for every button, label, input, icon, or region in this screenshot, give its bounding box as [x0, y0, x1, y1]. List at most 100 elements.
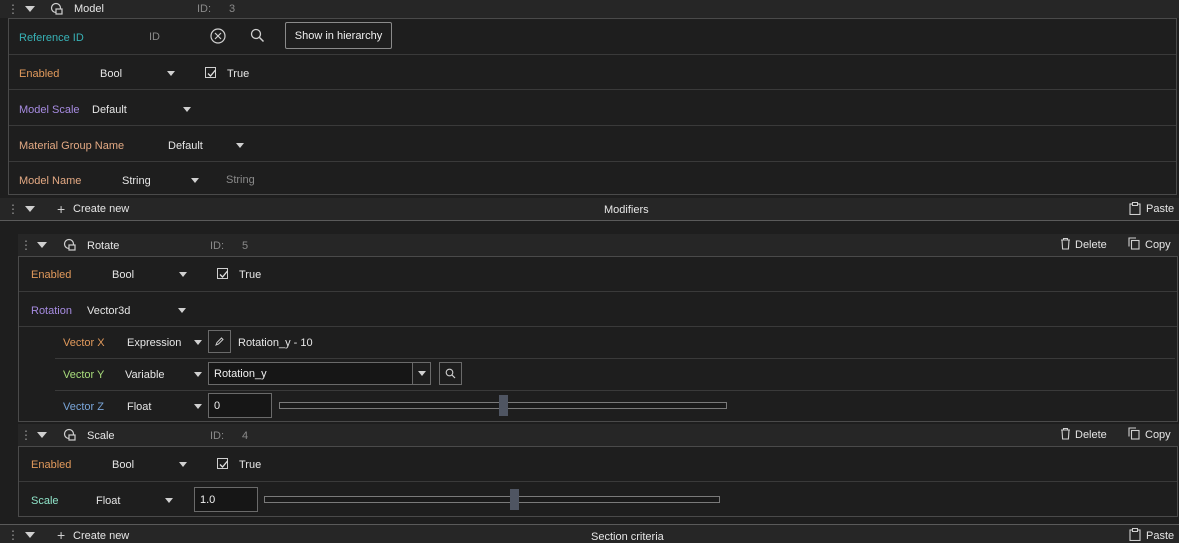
drag-handle-icon[interactable]: ⋮ [7, 203, 19, 215]
clear-icon[interactable] [210, 28, 226, 44]
vector-x-row: Vector X Expression Rotation_y - 10 [55, 326, 1175, 359]
check-icon [219, 460, 228, 468]
vector-z-row: Vector Z Float 0 [55, 390, 1175, 421]
drag-handle-icon[interactable]: ⋮ [20, 429, 32, 441]
scale-copy-button[interactable]: Copy [1145, 430, 1171, 441]
model-enabled-value: True [227, 68, 250, 80]
vector-y-variable-input[interactable]: Rotation_y [208, 362, 413, 385]
scale-delete-button[interactable]: Delete [1075, 430, 1107, 441]
rotate-header: ⋮ Rotate ID: 5 Delete Copy [18, 234, 1179, 256]
chevron-down-icon[interactable] [191, 178, 199, 183]
vector-y-search-button[interactable] [439, 362, 462, 385]
search-icon[interactable] [250, 28, 265, 43]
chevron-down-icon[interactable] [194, 372, 202, 377]
rotation-row: Rotation Vector3d [19, 291, 1177, 327]
search-icon [445, 368, 456, 379]
vector-z-slider[interactable] [279, 395, 727, 416]
create-new-button[interactable]: Create new [73, 531, 129, 542]
clipboard-icon [1129, 202, 1141, 215]
scale-enabled-type[interactable]: Bool [112, 460, 134, 471]
rotate-id-value: 5 [242, 240, 249, 252]
vector-y-type[interactable]: Variable [125, 370, 165, 381]
slider-track [264, 496, 720, 503]
clipboard-icon [1129, 528, 1141, 541]
slider-thumb[interactable] [499, 395, 508, 416]
chevron-down-icon[interactable] [194, 340, 202, 345]
model-name-label: Model Name [19, 175, 82, 187]
rotate-enabled-row: Enabled Bool True [19, 257, 1177, 292]
edit-expression-button[interactable] [208, 330, 231, 353]
vector-z-value: 0 [214, 399, 221, 412]
collapse-chevron-icon[interactable] [25, 206, 35, 212]
chevron-down-icon[interactable] [236, 143, 244, 148]
rotate-panel: Enabled Bool True Rotation Vector3d Vect… [18, 256, 1178, 422]
drag-handle-icon[interactable]: ⋮ [20, 239, 32, 251]
reference-id-row: Reference ID ID Show in hierarchy [9, 19, 1176, 55]
node-icon [63, 238, 76, 251]
model-name-row: Model Name String String [9, 161, 1176, 195]
rotate-enabled-checkbox[interactable] [217, 268, 228, 279]
show-in-hierarchy-button[interactable]: Show in hierarchy [285, 22, 392, 49]
model-enabled-label: Enabled [19, 68, 60, 80]
chevron-down-icon[interactable] [165, 498, 173, 503]
node-icon [63, 428, 76, 441]
collapse-chevron-icon[interactable] [37, 242, 47, 248]
criteria-bar: ⋮ + Create new Section criteria Paste [0, 524, 1179, 543]
rotation-label: Rotation [31, 305, 72, 317]
create-new-button[interactable]: Create new [73, 204, 129, 215]
model-name-input[interactable]: String [226, 175, 255, 186]
chevron-down-icon[interactable] [178, 308, 186, 313]
vector-y-variable-value: Rotation_y [214, 367, 267, 380]
modifiers-bar: ⋮ + Create new Modifiers Paste [0, 198, 1179, 221]
scale-title: Scale [87, 430, 115, 442]
slider-thumb[interactable] [510, 489, 519, 510]
drag-handle-icon[interactable]: ⋮ [7, 3, 19, 15]
chevron-down-icon[interactable] [194, 404, 202, 409]
scale-enabled-label: Enabled [31, 459, 72, 471]
rotation-type[interactable]: Vector3d [87, 306, 130, 317]
vector-y-dropdown-button[interactable] [412, 362, 431, 385]
chevron-down-icon[interactable] [167, 71, 175, 76]
node-icon [50, 2, 63, 15]
trash-icon [1061, 427, 1070, 440]
paste-button[interactable]: Paste [1146, 204, 1174, 215]
scale-field-slider[interactable] [264, 489, 720, 510]
vector-z-input[interactable]: 0 [208, 393, 272, 418]
scale-field-row: Scale Float 1.0 [19, 481, 1177, 516]
rotate-copy-button[interactable]: Copy [1145, 240, 1171, 251]
model-panel: Reference ID ID Show in hierarchy Enable… [8, 18, 1177, 195]
collapse-chevron-icon[interactable] [37, 432, 47, 438]
scale-field-type[interactable]: Float [96, 496, 120, 507]
model-name-type[interactable]: String [122, 176, 151, 187]
scale-id-label: ID: [210, 430, 225, 442]
collapse-chevron-icon[interactable] [25, 532, 35, 538]
vector-x-type[interactable]: Expression [127, 338, 181, 349]
material-group-select[interactable]: Default [168, 141, 203, 152]
vector-z-type[interactable]: Float [127, 402, 151, 413]
material-group-label: Material Group Name [19, 140, 125, 152]
vector-x-label: Vector X [63, 337, 105, 349]
check-icon [207, 69, 216, 77]
model-scale-select[interactable]: Default [92, 105, 127, 116]
copy-icon [1128, 237, 1140, 250]
scale-field-label: Scale [31, 495, 59, 507]
drag-handle-icon[interactable]: ⋮ [7, 529, 19, 541]
scale-enabled-checkbox[interactable] [217, 458, 228, 469]
model-scale-label: Model Scale [19, 104, 80, 116]
vector-y-row: Vector Y Variable Rotation_y [55, 358, 1175, 391]
paste-button[interactable]: Paste [1146, 531, 1174, 542]
vector-x-expression[interactable]: Rotation_y - 10 [238, 338, 313, 349]
vector-y-label: Vector Y [63, 369, 105, 381]
chevron-down-icon[interactable] [179, 462, 187, 467]
chevron-down-icon[interactable] [179, 272, 187, 277]
reference-id-input[interactable]: ID [149, 32, 160, 43]
criteria-title: Section criteria [591, 531, 664, 543]
scale-field-input[interactable]: 1.0 [194, 487, 258, 512]
model-enabled-type[interactable]: Bool [100, 69, 122, 80]
chevron-down-icon[interactable] [183, 107, 191, 112]
rotate-delete-button[interactable]: Delete [1075, 240, 1107, 251]
model-id-value: 3 [229, 3, 236, 15]
rotate-enabled-type[interactable]: Bool [112, 270, 134, 281]
model-enabled-checkbox[interactable] [205, 67, 216, 78]
collapse-chevron-icon[interactable] [25, 6, 35, 12]
